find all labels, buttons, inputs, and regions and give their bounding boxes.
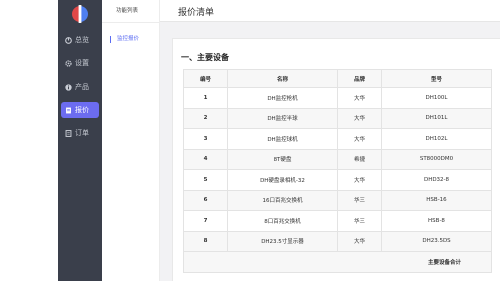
main-header: 报价清单 <box>160 0 500 22</box>
cell-brand: 大华 <box>337 107 382 129</box>
cell-number: 3 <box>183 128 228 150</box>
cell-model: DH102L <box>381 128 492 150</box>
function-panel-title: 功能列表 <box>116 8 139 14</box>
cell-name: 8口百兆交换机 <box>227 210 338 232</box>
column-header: 品牌 <box>337 69 382 88</box>
cell-number: 5 <box>183 169 228 191</box>
table-row: 7 8口百兆交换机 华三 HSB-8 <box>183 210 492 232</box>
cell-model: HSB-16 <box>381 189 492 211</box>
nav-item-quote[interactable]: 报价 <box>61 102 99 118</box>
table-row: 8 DH23.5寸显示器 大华 DH23.5DS <box>183 230 492 252</box>
main-content: 报价清单 一、主要设备 编号 名称 品牌 型号 1 DH监控枪机 大华 DH10… <box>160 0 500 281</box>
nav-item-orders[interactable]: 订单 <box>61 125 99 141</box>
cell-number: 8 <box>183 230 228 252</box>
column-header: 名称 <box>227 69 338 88</box>
cell-number: 1 <box>183 87 228 109</box>
cell-number: 6 <box>183 189 228 211</box>
divider <box>102 22 159 23</box>
column-header: 型号 <box>381 69 492 88</box>
nav-item-label: 产品 <box>75 83 89 91</box>
nav-item-label: 报价 <box>75 106 89 114</box>
gear-icon <box>65 59 72 67</box>
cell-name: DH监控球机 <box>227 128 338 150</box>
column-header: 编号 <box>183 69 228 88</box>
cell-model: DH101L <box>381 107 492 129</box>
cell-number: 2 <box>183 107 228 129</box>
dashboard-icon <box>65 36 72 44</box>
cell-name: DH监控半球 <box>227 107 338 129</box>
function-panel: 功能列表 监控报价 <box>102 0 160 281</box>
cell-name: DH监控枪机 <box>227 87 338 109</box>
table-row: 1 DH监控枪机 大华 DH100L <box>183 87 492 109</box>
cell-brand: 大华 <box>337 169 382 191</box>
cell-brand: 大华 <box>337 87 382 109</box>
table-row: 6 16口百兆交换机 华三 HSB-16 <box>183 189 492 211</box>
page-title: 报价清单 <box>178 8 215 18</box>
cell-model: HSB-8 <box>381 210 492 232</box>
table-row: 5 DH硬盘录相机-32 大华 DHD32-8 <box>183 169 492 191</box>
cell-model: ST8000DM0 <box>381 148 492 170</box>
cell-model: DH100L <box>381 87 492 109</box>
cell-brand: 大华 <box>337 230 382 252</box>
cell-name: 8T硬盘 <box>227 148 338 170</box>
main-sidebar: 总览 设置 产品 报价 订单 <box>58 0 102 281</box>
total-label: 主要设备合计 <box>183 251 492 273</box>
cell-brand: 大华 <box>337 128 382 150</box>
info-icon <box>65 83 72 91</box>
cell-name: 16口百兆交换机 <box>227 189 338 211</box>
quote-table: 编号 名称 品牌 型号 1 DH监控枪机 大华 DH100L 2 DH监控半球 … <box>183 69 492 273</box>
section-title: 一、主要设备 <box>181 53 229 62</box>
table-row: 3 DH监控球机 大华 DH102L <box>183 128 492 150</box>
subnav-item-monitor-quote[interactable]: 监控报价 <box>110 36 139 43</box>
logo-icon <box>70 5 90 23</box>
table-total-row: 主要设备合计 <box>183 251 492 273</box>
nav-item-overview[interactable]: 总览 <box>61 32 99 48</box>
quote-card: 一、主要设备 编号 名称 品牌 型号 1 DH监控枪机 大华 DH100L 2 … <box>172 38 500 281</box>
cell-name: DH硬盘录相机-32 <box>227 169 338 191</box>
cell-number: 7 <box>183 210 228 232</box>
cell-brand: 希捷 <box>337 148 382 170</box>
nav-item-label: 设置 <box>75 59 89 67</box>
list-icon <box>65 129 72 137</box>
cell-number: 4 <box>183 148 228 170</box>
cell-model: DHD32-8 <box>381 169 492 191</box>
table-header-row: 编号 名称 品牌 型号 <box>183 69 492 88</box>
nav-item-label: 总览 <box>75 36 89 44</box>
table-row: 4 8T硬盘 希捷 ST8000DM0 <box>183 148 492 170</box>
cell-name: DH23.5寸显示器 <box>227 230 338 252</box>
table-row: 2 DH监控半球 大华 DH101L <box>183 107 492 129</box>
cell-model: DH23.5DS <box>381 230 492 252</box>
nav-item-settings[interactable]: 设置 <box>61 55 99 71</box>
nav-item-label: 订单 <box>75 129 89 137</box>
cell-brand: 华三 <box>337 189 382 211</box>
cell-brand: 华三 <box>337 210 382 232</box>
document-icon <box>65 107 72 114</box>
nav-item-products[interactable]: 产品 <box>61 79 99 95</box>
